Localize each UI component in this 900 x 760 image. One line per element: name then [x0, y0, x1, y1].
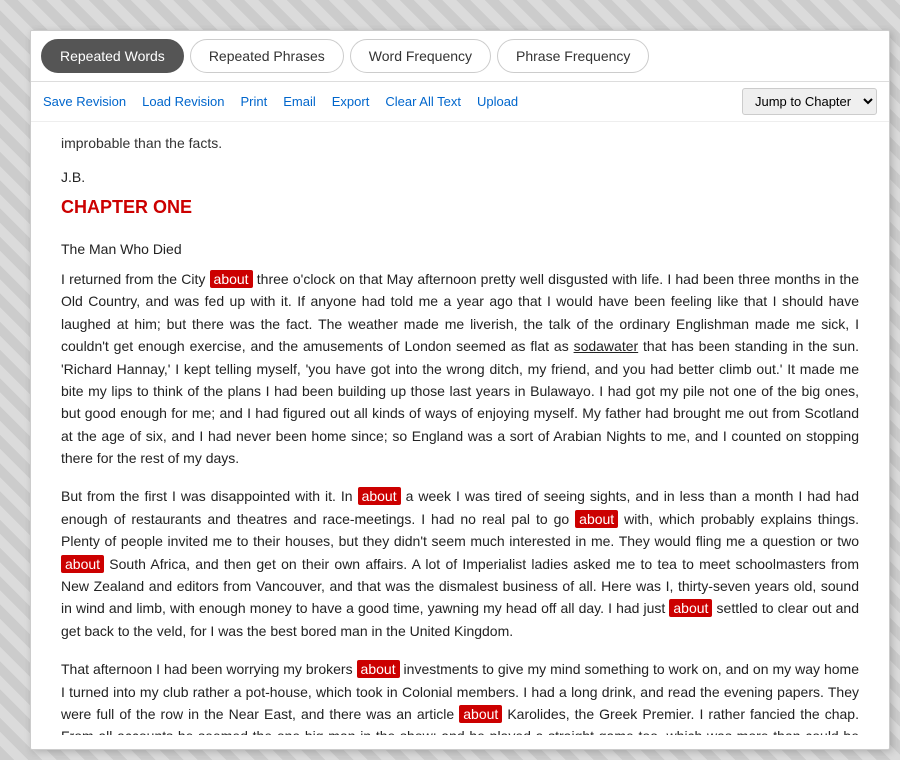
p2-highlight-1: about: [358, 487, 401, 505]
print-link[interactable]: Print: [241, 94, 268, 109]
p3-text-1: That afternoon I had been worrying my br…: [61, 661, 357, 677]
p2-highlight-4: about: [669, 599, 712, 617]
tabs-bar: Repeated Words Repeated Phrases Word Fre…: [31, 31, 889, 82]
clear-all-text-link[interactable]: Clear All Text: [385, 94, 461, 109]
paragraph-1: I returned from the City about three o'c…: [61, 268, 859, 470]
export-link[interactable]: Export: [332, 94, 370, 109]
upload-link[interactable]: Upload: [477, 94, 518, 109]
p1-highlight-1: about: [210, 270, 253, 288]
tab-phrase-frequency[interactable]: Phrase Frequency: [497, 39, 649, 73]
section-title: The Man Who Died: [61, 238, 859, 260]
content-area: improbable than the facts. J.B. CHAPTER …: [31, 122, 889, 735]
p2-text-1: But from the first I was disappointed wi…: [61, 488, 358, 504]
load-revision-link[interactable]: Load Revision: [142, 94, 224, 109]
email-link[interactable]: Email: [283, 94, 316, 109]
p3-highlight-1: about: [357, 660, 400, 678]
truncated-text: improbable than the facts.: [61, 132, 859, 154]
tab-word-frequency[interactable]: Word Frequency: [350, 39, 491, 73]
p2-highlight-2: about: [575, 510, 618, 528]
p3-highlight-2: about: [459, 705, 502, 723]
paragraph-3: That afternoon I had been worrying my br…: [61, 658, 859, 735]
chapter-author: J.B.: [61, 166, 859, 188]
p1-text-1: I returned from the City: [61, 271, 210, 287]
save-revision-link[interactable]: Save Revision: [43, 94, 126, 109]
p2-highlight-3: about: [61, 555, 104, 573]
tab-repeated-words[interactable]: Repeated Words: [41, 39, 184, 73]
paragraph-2: But from the first I was disappointed wi…: [61, 485, 859, 642]
tab-repeated-phrases[interactable]: Repeated Phrases: [190, 39, 344, 73]
p1-text-2: three o'clock on that May afternoon pret…: [61, 271, 859, 466]
chapter-title: CHAPTER ONE: [61, 193, 859, 222]
jump-to-chapter-select[interactable]: Jump to Chapter: [742, 88, 877, 115]
toolbar: Save Revision Load Revision Print Email …: [31, 82, 889, 122]
